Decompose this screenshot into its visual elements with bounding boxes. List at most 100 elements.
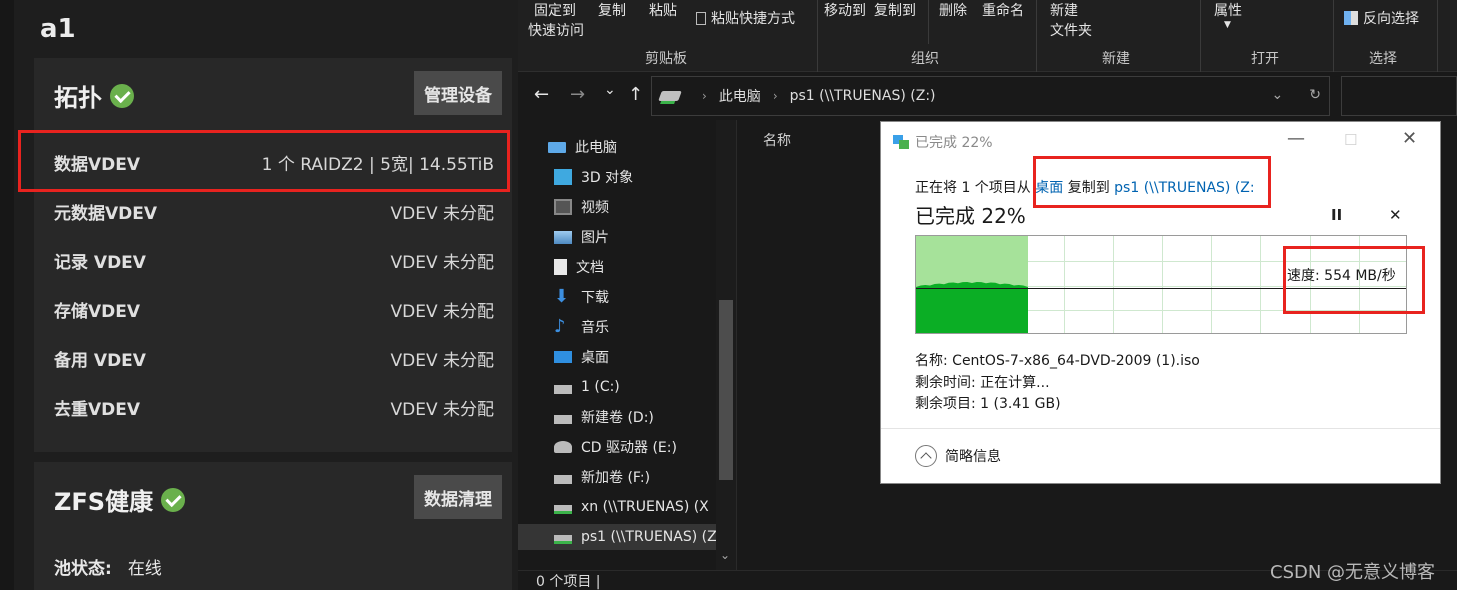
detail-items-remaining: 剩余项目: 1 (3.41 GB)	[915, 393, 1061, 413]
up-button[interactable]: ↑	[628, 84, 643, 105]
network-drive-icon	[554, 534, 572, 544]
tree-item-drive-f[interactable]: 新加卷 (F:)	[554, 464, 716, 490]
desktop-icon	[554, 351, 572, 363]
drive-icon	[554, 384, 572, 394]
download-icon: ⬇	[554, 286, 570, 307]
tree-item-label: 1 (C:)	[581, 379, 620, 395]
vdev-value: VDEV 未分配	[390, 350, 495, 371]
tree-item-cd-drive-e[interactable]: CD 驱动器 (E:)	[554, 434, 716, 460]
fewer-details-toggle[interactable]: 简略信息	[915, 445, 1001, 467]
recent-locations-button[interactable]: ⌄	[604, 82, 616, 98]
check-icon	[161, 487, 186, 512]
copy-button[interactable]: 复制	[598, 0, 626, 20]
tree-item-this-pc[interactable]: 此电脑	[548, 134, 710, 160]
tree-item-music[interactable]: ♪ 音乐	[554, 314, 716, 340]
new-folder-button[interactable]: 新建 文件夹	[1050, 0, 1092, 40]
tree-item-pictures[interactable]: 图片	[554, 224, 716, 250]
tree-item-documents[interactable]: 文档	[554, 254, 716, 280]
cancel-copy-button[interactable]: ✕	[1389, 206, 1402, 224]
delete-button[interactable]: 删除	[939, 0, 967, 20]
dialog-title: 已完成 22%	[893, 132, 993, 152]
nav-scrollbar-thumb[interactable]	[719, 300, 733, 480]
refresh-icon[interactable]: ↻	[1309, 87, 1321, 103]
tree-item-desktop[interactable]: 桌面	[554, 344, 716, 370]
invert-selection-button[interactable]: 反向选择	[1344, 8, 1419, 28]
group-clipboard: 剪贴板	[645, 51, 687, 67]
tree-item-label: xn (\\TRUENAS) (X	[581, 499, 709, 515]
video-icon	[554, 199, 572, 215]
vdev-label: 存储VDEV	[54, 301, 141, 322]
vdev-value: VDEV 未分配	[390, 203, 495, 224]
paste-button[interactable]: 粘贴	[649, 0, 677, 20]
close-button[interactable]: ✕	[1402, 128, 1417, 149]
properties-button[interactable]: 属性 ▼	[1214, 0, 1242, 30]
breadcrumb-current[interactable]: ps1 (\\TRUENAS) (Z:)	[790, 88, 936, 104]
vdev-label: 元数据VDEV	[54, 203, 158, 224]
network-drive-icon	[658, 91, 682, 101]
vdev-row-spare: 备用 VDEV VDEV 未分配	[54, 340, 494, 376]
zfs-health-title-text: ZFS健康	[54, 488, 154, 516]
clipboard-icon	[696, 11, 706, 25]
vdev-row-log: 记录 VDEV VDEV 未分配	[54, 242, 494, 278]
copy-icon	[893, 135, 909, 149]
back-button[interactable]: ←	[534, 84, 549, 105]
zfs-health-title: ZFS健康	[54, 482, 186, 517]
tree-item-network-xn[interactable]: xn (\\TRUENAS) (X	[554, 494, 716, 520]
vdev-row-dedup: 去重VDEV VDEV 未分配	[54, 389, 494, 425]
vdev-value: VDEV 未分配	[390, 399, 495, 420]
tree-item-3d-objects[interactable]: 3D 对象	[554, 164, 716, 190]
pin-label-1: 固定到	[534, 3, 576, 19]
tree-item-videos[interactable]: 视频	[554, 194, 716, 220]
truenas-pool-panel: a1 拓扑 管理设备 数据VDEV 1 个 RAIDZ2 | 5宽| 14.55…	[0, 0, 518, 590]
scroll-down-arrow[interactable]: ⌄	[720, 548, 730, 562]
highlight-box-copy-path	[1033, 156, 1271, 208]
vdev-row-cache: 存储VDEV VDEV 未分配	[54, 291, 494, 327]
properties-label: 属性	[1214, 3, 1242, 19]
topology-title-text: 拓扑	[54, 84, 102, 112]
chevron-down-icon[interactable]: ⌄	[1272, 87, 1284, 103]
throughput-area	[916, 282, 1028, 333]
paste-shortcut-button[interactable]: 粘贴快捷方式	[696, 8, 795, 28]
detail-time-label: 剩余时间:	[915, 375, 976, 391]
topology-title: 拓扑	[54, 78, 134, 113]
ribbon: 固定到 快速访问 复制 粘贴 粘贴快捷方式 移动到 复制到 删除 重命名 新建 …	[518, 0, 1457, 72]
detail-name: 名称: CentOS-7-x86_64-DVD-2009 (1).iso	[915, 350, 1200, 370]
fewer-details-label: 简略信息	[945, 449, 1001, 465]
scrub-button[interactable]: 数据清理	[414, 475, 502, 519]
rename-button[interactable]: 重命名	[982, 0, 1024, 20]
detail-items-value: 1 (3.41 GB)	[980, 396, 1061, 412]
address-tail: ⌄ ↻	[1272, 87, 1321, 103]
pool-status-label: 池状态:	[54, 559, 112, 579]
search-input[interactable]	[1341, 76, 1457, 116]
copy-to-button[interactable]: 复制到	[874, 0, 916, 20]
ribbon-divider	[1200, 0, 1201, 72]
music-icon: ♪	[554, 316, 566, 337]
panel-edge	[0, 0, 14, 590]
address-bar[interactable]: › 此电脑 › ps1 (\\TRUENAS) (Z:) ⌄ ↻	[651, 76, 1330, 116]
new-folder-label-1: 新建	[1050, 3, 1078, 19]
tree-item-label: CD 驱动器 (E:)	[581, 440, 677, 456]
minimize-button[interactable]: —	[1287, 128, 1305, 149]
vdev-row-metadata: 元数据VDEV VDEV 未分配	[54, 193, 494, 229]
ribbon-divider	[1333, 0, 1334, 72]
detail-name-label: 名称:	[915, 353, 948, 369]
new-folder-label-2: 文件夹	[1050, 23, 1092, 39]
forward-button[interactable]: →	[570, 84, 585, 105]
column-header-name[interactable]: 名称	[763, 130, 791, 150]
move-to-button[interactable]: 移动到	[824, 0, 866, 20]
network-drive-icon	[554, 504, 572, 514]
pin-quick-access-button[interactable]: 固定到 快速访问	[528, 0, 584, 40]
manage-devices-button[interactable]: 管理设备	[414, 71, 502, 115]
tree-item-drive-d[interactable]: 新建卷 (D:)	[554, 404, 716, 430]
pause-button[interactable]: II	[1331, 206, 1342, 224]
breadcrumb-this-pc[interactable]: 此电脑	[719, 86, 761, 106]
vdev-value: VDEV 未分配	[390, 301, 495, 322]
tree-item-drive-c[interactable]: 1 (C:)	[554, 374, 716, 400]
group-select: 选择	[1369, 51, 1397, 67]
tree-item-downloads[interactable]: ⬇ 下载	[554, 284, 716, 310]
breadcrumb-separator: ›	[702, 89, 707, 103]
detail-time-value: 正在计算...	[980, 375, 1050, 391]
tree-item-label: 下载	[581, 290, 609, 306]
tree-item-label: 图片	[581, 230, 609, 246]
tree-item-network-ps1[interactable]: ps1 (\\TRUENAS) (Z	[518, 524, 716, 550]
